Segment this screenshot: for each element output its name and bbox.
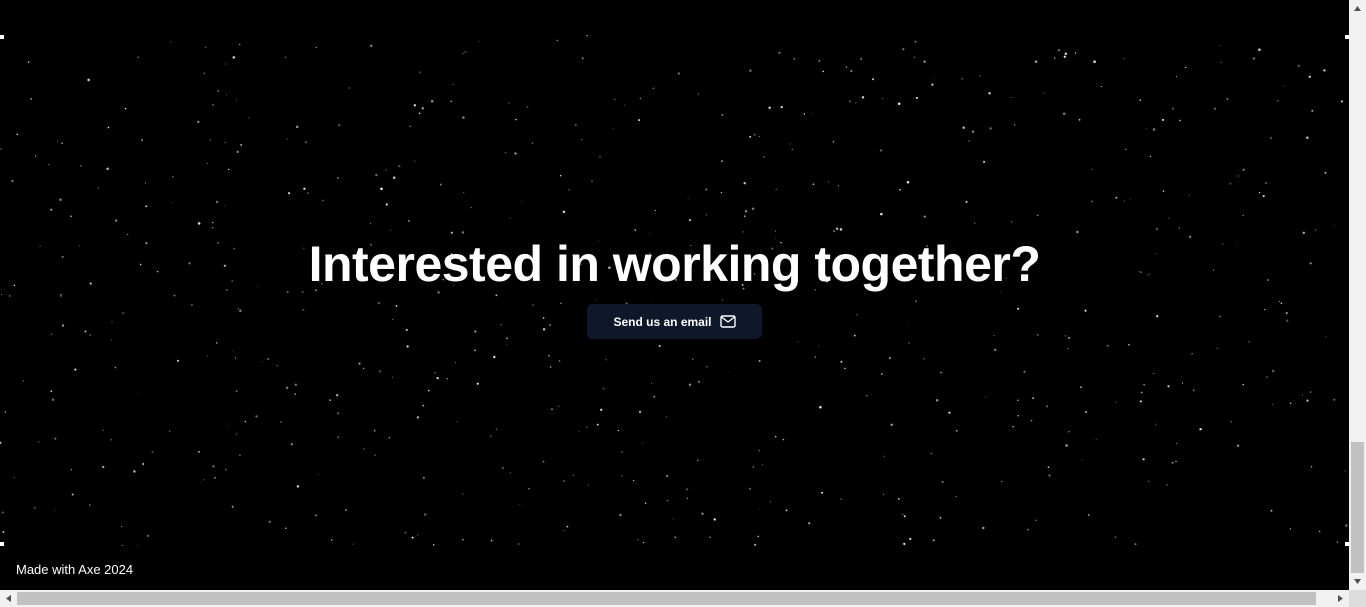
vertical-scrollbar[interactable] bbox=[1349, 0, 1366, 590]
frame-corner-top-left bbox=[0, 35, 4, 39]
hero-headline: Interested in working together? bbox=[308, 236, 1041, 292]
hero-section: Interested in working together? Send us … bbox=[0, 228, 1349, 339]
send-email-label: Send us an email bbox=[613, 314, 712, 329]
mail-icon bbox=[719, 315, 736, 328]
horizontal-scrollbar[interactable] bbox=[0, 590, 1349, 607]
footer-credit: Made with Axe 2024 bbox=[16, 562, 134, 577]
horizontal-scroll-thumb[interactable] bbox=[17, 592, 1316, 605]
frame-corner-bottom-left bbox=[0, 542, 4, 546]
page-viewport: Interested in working together? Send us … bbox=[0, 0, 1349, 590]
scrollbar-corner bbox=[1349, 590, 1366, 607]
send-email-button[interactable]: Send us an email bbox=[587, 304, 762, 339]
scroll-left-arrow-icon[interactable] bbox=[0, 590, 17, 607]
scroll-down-arrow-icon[interactable] bbox=[1349, 573, 1366, 590]
vertical-scroll-thumb[interactable] bbox=[1351, 442, 1364, 573]
scroll-up-arrow-icon[interactable] bbox=[1349, 0, 1366, 17]
scroll-right-arrow-icon[interactable] bbox=[1332, 590, 1349, 607]
